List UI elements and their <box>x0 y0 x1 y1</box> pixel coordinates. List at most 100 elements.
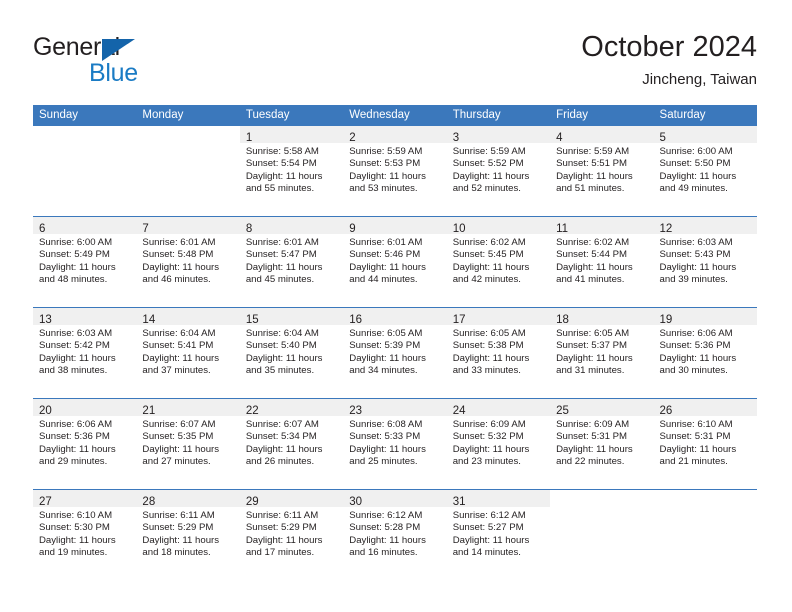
day-number: 8 <box>245 223 253 235</box>
calendar-day-cell[interactable]: 7 Sunrise: 6:01 AM Sunset: 5:48 PM Daylight… <box>136 216 240 308</box>
sunrise-text: Sunrise: 6:01 AM <box>142 237 216 248</box>
day-cell-details: Sunrise: 6:09 AM Sunset: 5:31 PM Daylight:… <box>550 416 653 468</box>
calendar-day-cell[interactable]: 17 Sunrise: 6:05 AM Sunset: 5:38 PM Dayligh… <box>446 307 551 399</box>
sunrise-text: Sunrise: 6:05 AM <box>452 328 526 339</box>
sunrise-text: Sunrise: 6:04 AM <box>245 328 319 339</box>
day-cell-details <box>550 507 653 510</box>
daylight-text-line2: and 41 minutes. <box>556 273 625 285</box>
daylight-text-line2: and 19 minutes. <box>39 546 108 558</box>
day-cell-inner <box>33 126 136 216</box>
day-number: 10 <box>452 223 466 235</box>
daylight-text-line1: Daylight: 11 hours <box>659 352 737 364</box>
day-cell-inner: 24 Sunrise: 6:09 AM Sunset: 5:32 PM Dayligh… <box>446 399 551 489</box>
sunset-text: Sunset: 5:31 PM <box>556 431 628 443</box>
calendar-day-cell[interactable]: 16 Sunrise: 6:05 AM Sunset: 5:39 PM Dayligh… <box>343 307 447 399</box>
calendar-day-cell[interactable]: 9 Sunrise: 6:01 AM Sunset: 5:46 PM Daylight… <box>343 216 447 308</box>
calendar-day-cell[interactable]: 24 Sunrise: 6:09 AM Sunset: 5:32 PM Dayligh… <box>446 398 551 490</box>
day-number: 31 <box>452 496 466 508</box>
daylight-text-line2: and 17 minutes. <box>245 546 315 558</box>
day-cell-details: Sunrise: 6:01 AM Sunset: 5:46 PM Daylight:… <box>343 234 446 286</box>
daylight-text-line1: Daylight: 11 hours <box>556 170 633 182</box>
day-number-strip: 23 <box>343 399 447 417</box>
calendar-day-cell[interactable]: 11 Sunrise: 6:02 AM Sunset: 5:44 PM Dayligh… <box>550 216 654 308</box>
calendar-day-cell[interactable]: 22 Sunrise: 6:07 AM Sunset: 5:34 PM Dayligh… <box>239 398 344 490</box>
calendar-day-cell[interactable]: 26 Sunrise: 6:10 AM Sunset: 5:31 PM Dayligh… <box>653 398 757 490</box>
day-number: 22 <box>245 405 259 417</box>
general-blue-logo[interactable]: General Blue <box>33 33 233 89</box>
day-cell-details: Sunrise: 6:04 AM Sunset: 5:41 PM Daylight:… <box>136 325 239 377</box>
calendar-table: Sunday Monday Tuesday Wednesday Thursday Frid… <box>33 105 757 580</box>
day-number: 14 <box>142 314 156 326</box>
day-number-strip: 29 <box>239 490 344 508</box>
day-cell-inner: 16 Sunrise: 6:05 AM Sunset: 5:39 PM Dayligh… <box>343 308 447 398</box>
sunrise-text: Sunrise: 5:59 AM <box>556 146 630 157</box>
day-number-strip: 3 <box>446 126 551 144</box>
day-number-strip: 8 <box>239 217 344 235</box>
sunset-text: Sunset: 5:51 PM <box>556 158 628 170</box>
day-number-strip <box>136 126 239 143</box>
calendar-day-cell[interactable]: 29 Sunrise: 6:11 AM Sunset: 5:29 PM Dayligh… <box>239 489 344 580</box>
calendar-day-cell[interactable]: 12 Sunrise: 6:03 AM Sunset: 5:43 PM Dayligh… <box>653 216 757 308</box>
calendar-day-cell[interactable]: 8 Sunrise: 6:01 AM Sunset: 5:47 PM Daylight… <box>239 216 344 308</box>
daylight-text-line2: and 52 minutes. <box>452 182 521 194</box>
sunset-text: Sunset: 5:45 PM <box>452 249 524 261</box>
day-number: 9 <box>349 223 356 235</box>
day-number-strip: 13 <box>33 308 137 326</box>
sunset-text: Sunset: 5:41 PM <box>142 340 214 352</box>
calendar-day-cell[interactable]: 30 Sunrise: 6:12 AM Sunset: 5:28 PM Dayligh… <box>343 489 447 580</box>
calendar-day-cell[interactable]: 21 Sunrise: 6:07 AM Sunset: 5:35 PM Dayligh… <box>136 398 240 490</box>
day-cell-inner: 21 Sunrise: 6:07 AM Sunset: 5:35 PM Dayligh… <box>136 399 240 489</box>
sunrise-text: Sunrise: 6:12 AM <box>349 510 423 521</box>
sunset-text: Sunset: 5:43 PM <box>659 249 731 261</box>
calendar-day-cell[interactable]: 3 Sunrise: 5:59 AM Sunset: 5:52 PM Daylight… <box>446 126 551 217</box>
sunrise-text: Sunrise: 6:08 AM <box>349 419 423 430</box>
day-number-strip: 16 <box>343 308 447 326</box>
day-cell-inner: 29 Sunrise: 6:11 AM Sunset: 5:29 PM Dayligh… <box>239 490 344 580</box>
sunset-text: Sunset: 5:46 PM <box>349 249 421 261</box>
sunset-text: Sunset: 5:37 PM <box>556 340 628 352</box>
sunset-text: Sunset: 5:34 PM <box>245 431 317 443</box>
day-number: 25 <box>556 405 569 417</box>
calendar-week-row: 13 Sunrise: 6:03 AM Sunset: 5:42 PM Dayligh… <box>33 307 757 399</box>
daylight-text-line2: and 16 minutes. <box>349 546 418 558</box>
calendar-week-row: 6 Sunrise: 6:00 AM Sunset: 5:49 PM Daylight… <box>33 216 757 308</box>
calendar-day-cell[interactable]: 25 Sunrise: 6:09 AM Sunset: 5:31 PM Dayligh… <box>550 398 654 490</box>
weekday-header-monday: Monday <box>136 105 240 126</box>
daylight-text-line1: Daylight: 11 hours <box>39 261 116 273</box>
day-cell-inner <box>136 126 239 216</box>
day-cell-inner: 26 Sunrise: 6:10 AM Sunset: 5:31 PM Dayligh… <box>653 399 757 489</box>
daylight-text-line1: Daylight: 11 hours <box>39 443 116 455</box>
day-cell-inner: 22 Sunrise: 6:07 AM Sunset: 5:34 PM Dayligh… <box>239 399 344 489</box>
calendar-day-cell[interactable]: 4 Sunrise: 5:59 AM Sunset: 5:51 PM Daylight… <box>550 126 654 217</box>
calendar-day-cell[interactable]: 1 Sunrise: 5:58 AM Sunset: 5:54 PM Daylight… <box>239 126 344 217</box>
calendar-day-cell[interactable]: 15 Sunrise: 6:04 AM Sunset: 5:40 PM Dayligh… <box>239 307 344 399</box>
daylight-text-line1: Daylight: 11 hours <box>659 170 737 182</box>
day-cell-details: Sunrise: 6:11 AM Sunset: 5:29 PM Daylight:… <box>240 507 343 559</box>
day-number-strip: 28 <box>136 490 240 508</box>
calendar-day-cell[interactable]: 27 Sunrise: 6:10 AM Sunset: 5:30 PM Dayligh… <box>33 489 137 580</box>
calendar-day-cell[interactable]: 5 Sunrise: 6:00 AM Sunset: 5:50 PM Daylight… <box>653 126 757 217</box>
calendar-day-cell[interactable]: 31 Sunrise: 6:12 AM Sunset: 5:27 PM Dayligh… <box>446 489 551 580</box>
daylight-text-line2: and 30 minutes. <box>659 364 728 376</box>
calendar-day-cell[interactable]: 19 Sunrise: 6:06 AM Sunset: 5:36 PM Dayligh… <box>653 307 757 399</box>
calendar-day-cell[interactable]: 2 Sunrise: 5:59 AM Sunset: 5:53 PM Daylight… <box>343 126 447 217</box>
daylight-text-line2: and 23 minutes. <box>452 455 521 467</box>
day-cell-inner: 18 Sunrise: 6:05 AM Sunset: 5:37 PM Dayligh… <box>550 308 654 398</box>
calendar-day-cell[interactable]: 18 Sunrise: 6:05 AM Sunset: 5:37 PM Dayligh… <box>550 307 654 399</box>
calendar-day-cell[interactable]: 14 Sunrise: 6:04 AM Sunset: 5:41 PM Dayligh… <box>136 307 240 399</box>
sunrise-text: Sunrise: 6:05 AM <box>349 328 423 339</box>
day-cell-inner: 25 Sunrise: 6:09 AM Sunset: 5:31 PM Dayligh… <box>550 399 654 489</box>
daylight-text-line1: Daylight: 11 hours <box>452 170 530 182</box>
calendar-page: General Blue October 2024 Jincheng, Taiw… <box>0 0 792 612</box>
day-number: 6 <box>39 223 46 235</box>
calendar-day-cell[interactable]: 20 Sunrise: 6:06 AM Sunset: 5:36 PM Dayligh… <box>33 398 137 490</box>
calendar-day-cell[interactable]: 28 Sunrise: 6:11 AM Sunset: 5:29 PM Dayligh… <box>136 489 240 580</box>
day-number-strip: 20 <box>33 399 137 417</box>
daylight-text-line2: and 42 minutes. <box>452 273 521 285</box>
day-number-strip: 6 <box>33 217 137 235</box>
calendar-day-cell[interactable]: 10 Sunrise: 6:02 AM Sunset: 5:45 PM Dayligh… <box>446 216 551 308</box>
sunset-text: Sunset: 5:31 PM <box>659 431 731 443</box>
calendar-day-cell[interactable]: 6 Sunrise: 6:00 AM Sunset: 5:49 PM Daylight… <box>33 216 137 308</box>
calendar-day-cell[interactable]: 13 Sunrise: 6:03 AM Sunset: 5:42 PM Dayligh… <box>33 307 137 399</box>
calendar-day-cell[interactable]: 23 Sunrise: 6:08 AM Sunset: 5:33 PM Dayligh… <box>343 398 447 490</box>
